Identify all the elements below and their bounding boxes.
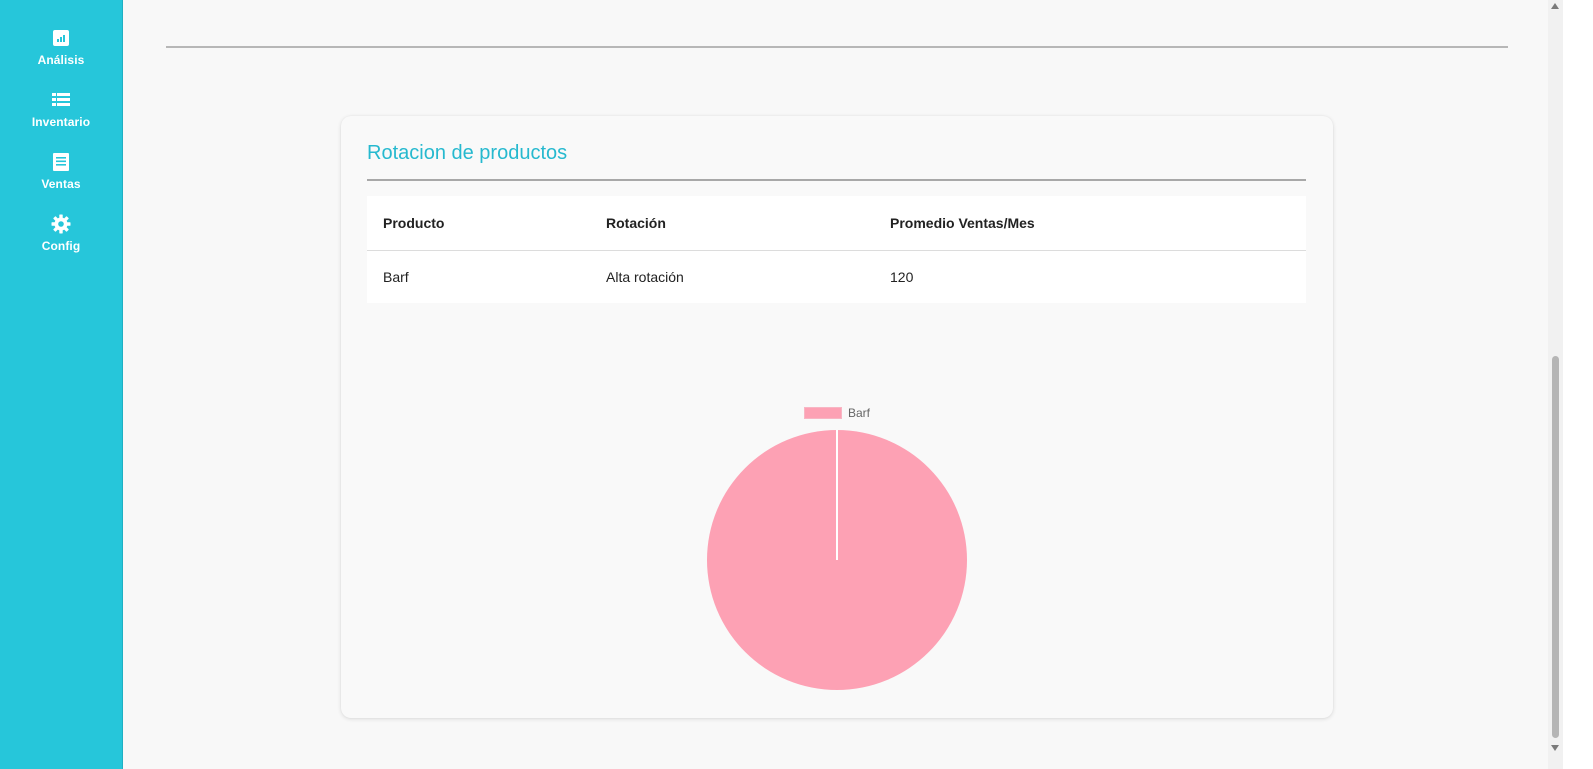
chart-legend[interactable]: Barf <box>804 406 870 420</box>
receipt-icon <box>51 152 71 172</box>
legend-swatch <box>804 407 842 419</box>
table-header-row: Producto Rotación Promedio Ventas/Mes <box>367 196 1306 251</box>
table-row: Barf Alta rotación 120 <box>367 251 1306 303</box>
scroll-up-arrow-icon[interactable] <box>1551 3 1559 9</box>
section-divider <box>166 46 1508 48</box>
pie-chart <box>707 430 967 690</box>
gear-icon <box>51 214 71 234</box>
column-header-promedio: Promedio Ventas/Mes <box>890 215 1035 231</box>
sidebar: Análisis Inventario Ventas Config <box>0 0 123 769</box>
sidebar-item-config[interactable]: Config <box>0 214 122 266</box>
list-icon <box>51 90 71 110</box>
card-divider <box>367 179 1306 181</box>
analytics-icon <box>51 28 71 48</box>
sidebar-item-ventas[interactable]: Ventas <box>0 152 122 204</box>
scrollbar-thumb[interactable] <box>1552 356 1559 738</box>
sidebar-item-label: Ventas <box>41 177 81 191</box>
legend-label: Barf <box>848 406 871 420</box>
table-cell-promedio: 120 <box>890 269 914 285</box>
sidebar-item-label: Config <box>41 239 81 253</box>
sidebar-item-analisis[interactable]: Análisis <box>0 28 122 80</box>
sidebar-item-inventario[interactable]: Inventario <box>0 90 122 142</box>
rotation-table: Producto Rotación Promedio Ventas/Mes Ba… <box>367 196 1306 303</box>
sidebar-item-label: Inventario <box>31 115 91 129</box>
table-cell-rotacion: Alta rotación <box>606 269 684 285</box>
sidebar-item-label: Análisis <box>37 53 85 67</box>
column-header-producto: Producto <box>383 215 445 231</box>
card-title: Rotacion de productos <box>367 142 568 164</box>
table-cell-producto: Barf <box>383 269 409 285</box>
scroll-down-arrow-icon[interactable] <box>1551 745 1559 751</box>
rotation-card: Rotacion de productos Producto Rotación … <box>341 116 1333 718</box>
page-edge <box>1563 0 1593 769</box>
vertical-scrollbar[interactable] <box>1548 0 1563 769</box>
column-header-rotacion: Rotación <box>606 215 666 231</box>
